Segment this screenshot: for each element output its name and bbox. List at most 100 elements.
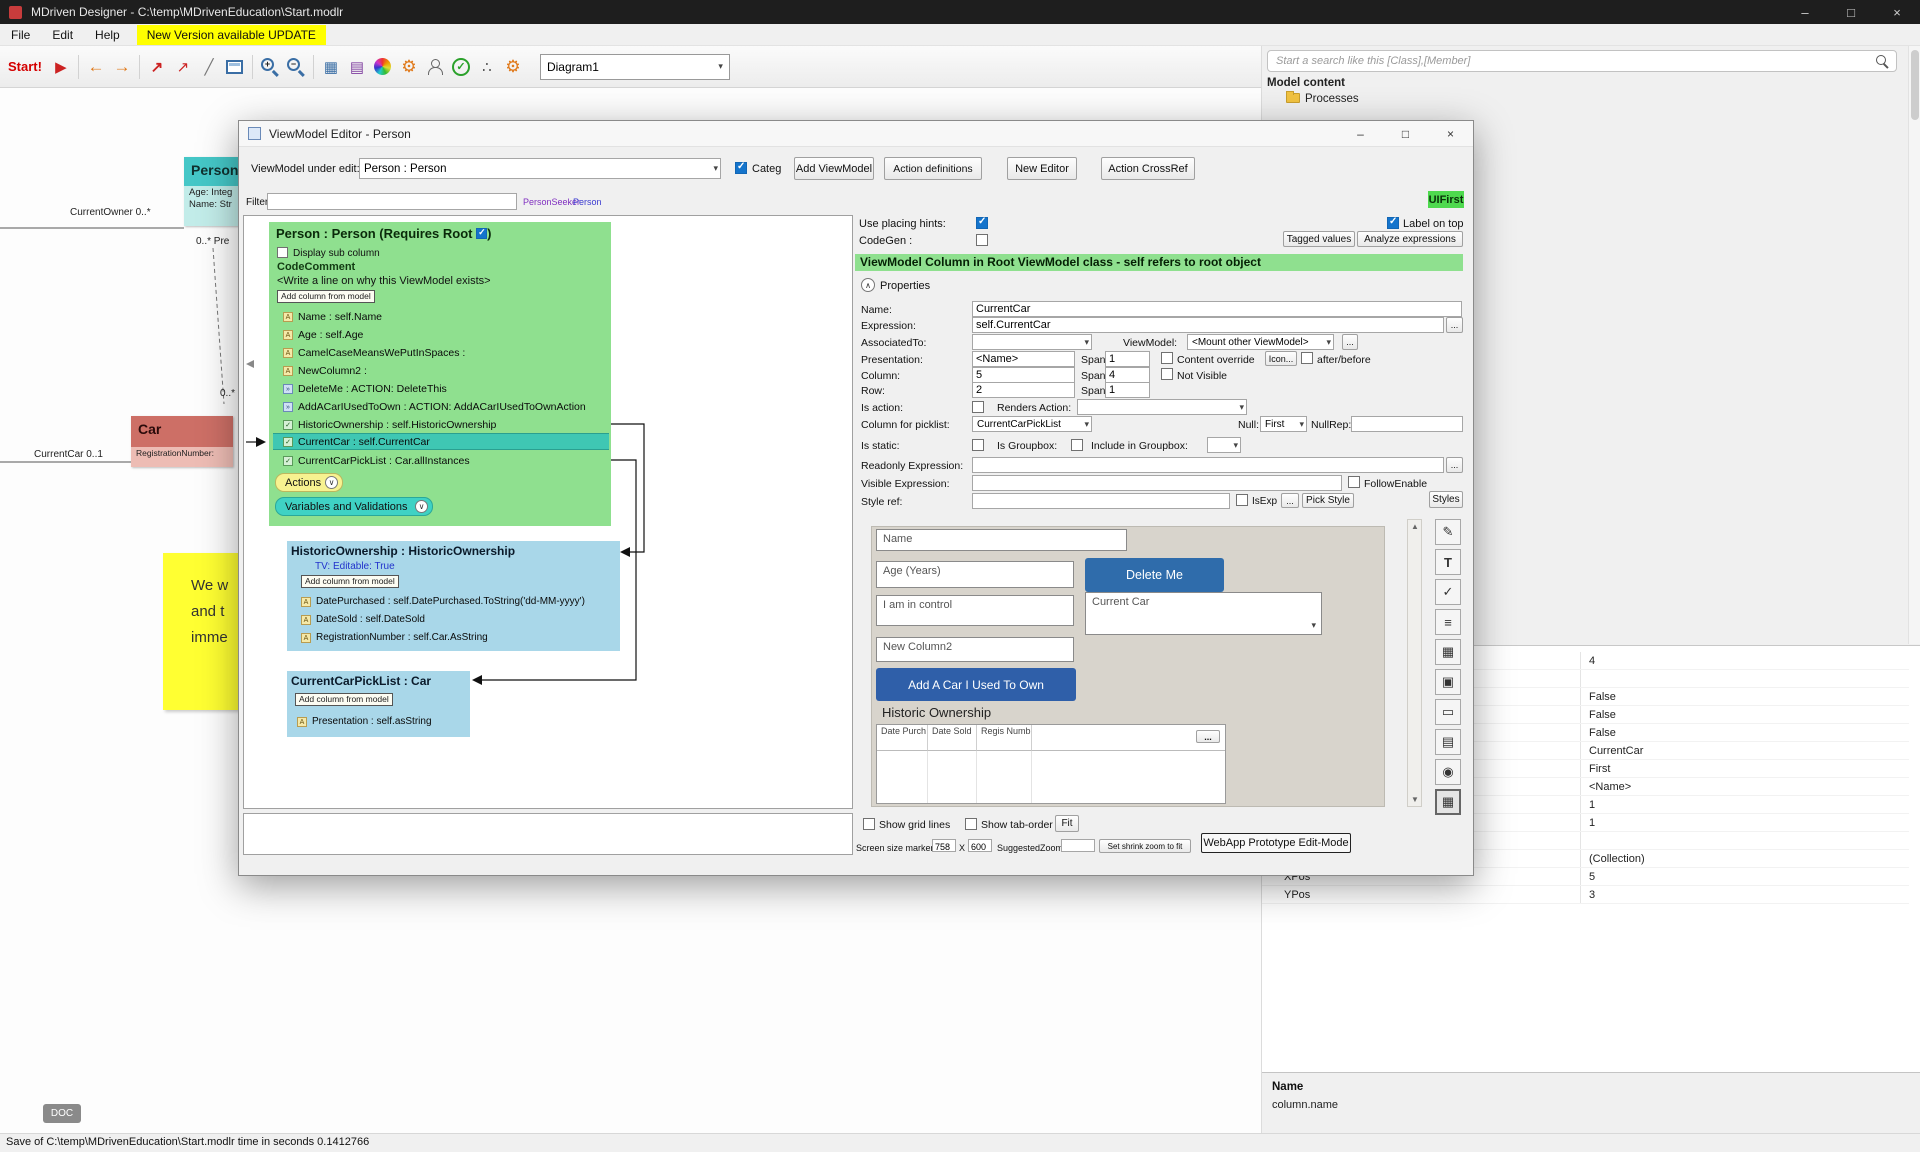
car-class-box[interactable]: Car RegistrationNumber: <box>131 416 233 467</box>
preview-historic-table[interactable]: Date Purch Date Sold Regis Numb <box>876 724 1226 804</box>
style-ref-input[interactable] <box>972 493 1230 509</box>
search-input[interactable] <box>1267 50 1897 72</box>
preview-age-field[interactable]: Age (Years) <box>876 561 1074 588</box>
is-static-checkbox[interactable] <box>972 439 984 451</box>
action-definitions-button[interactable]: Action definitions <box>884 157 982 180</box>
expression-ellipsis-button[interactable]: ... <box>1446 317 1463 333</box>
pick-style-button[interactable]: Pick Style <box>1302 493 1354 508</box>
zoom-out-icon[interactable]: − <box>283 53 309 81</box>
preview-scrollbar[interactable]: ▲ ▼ <box>1407 519 1422 807</box>
ui-preview-surface[interactable]: Name Age (Years) Delete Me I am in contr… <box>871 526 1385 807</box>
minimize-icon[interactable]: – <box>1782 0 1828 24</box>
add-column-button[interactable]: Add column from model <box>277 290 375 303</box>
column-row[interactable]: ANewColumn2 : <box>283 362 367 379</box>
variables-validations-expander[interactable]: Variables and Validations ∨ <box>275 497 433 516</box>
show-tab-order-checkbox[interactable] <box>965 818 977 830</box>
forward-arrow-icon[interactable]: → <box>109 53 135 81</box>
readonly-expression-input[interactable] <box>972 457 1444 473</box>
analyze-expressions-button[interactable]: Analyze expressions <box>1357 231 1463 247</box>
picklist-select[interactable]: CurrentCarPickList▾ <box>972 416 1092 432</box>
diagram-selector[interactable]: Diagram1 ▾ <box>540 54 730 80</box>
link-personseeker[interactable]: PersonSeeker <box>523 197 580 207</box>
filter-input[interactable] <box>267 193 517 210</box>
codegen-checkbox[interactable] <box>976 234 988 246</box>
style-ellipsis-button[interactable]: ... <box>1281 493 1299 508</box>
column-row[interactable]: ADatePurchased : self.DatePurchased.ToSt… <box>301 593 585 610</box>
datagrid-icon[interactable]: ▦ <box>1435 789 1461 815</box>
not-visible-checkbox[interactable] <box>1161 368 1173 380</box>
screen-width-input[interactable]: 758 <box>932 839 956 852</box>
menu-edit[interactable]: Edit <box>41 25 84 45</box>
historic-ownership-panel[interactable]: HistoricOwnership : HistoricOwnership TV… <box>287 541 620 651</box>
start-button[interactable]: Start! <box>8 59 42 74</box>
redirect-arrow-icon[interactable]: ↗ <box>144 53 170 81</box>
isexp-checkbox[interactable] <box>1236 494 1248 506</box>
actions-expander[interactable]: Actions ∨ <box>275 473 343 492</box>
table-icon[interactable]: ▦ <box>318 53 344 81</box>
follow-enable-checkbox[interactable] <box>1348 476 1360 488</box>
validate-check-icon[interactable]: ✓ <box>448 53 474 81</box>
content-override-checkbox[interactable] <box>1161 352 1173 364</box>
new-editor-button[interactable]: New Editor <box>1007 157 1077 180</box>
column-input[interactable]: 5 <box>972 367 1075 383</box>
form-icon[interactable]: ▤ <box>344 53 370 81</box>
settings-gear-icon[interactable]: ⚙ <box>500 53 526 81</box>
webapp-prototype-button[interactable]: WebApp Prototype Edit-Mode <box>1201 833 1351 853</box>
search-icon[interactable] <box>1876 55 1889 68</box>
nullrep-input[interactable] <box>1351 416 1463 432</box>
menu-help[interactable]: Help <box>84 25 131 45</box>
mount-viewmodel-select[interactable]: <Mount other ViewModel>▾ <box>1187 334 1334 350</box>
preview-control-field[interactable]: I am in control <box>876 595 1074 626</box>
column-row[interactable]: AAge : self.Age <box>283 326 363 343</box>
column-row[interactable]: ACamelCaseMeansWePutInSpaces : <box>283 344 465 361</box>
tree-item-processes[interactable]: Processes <box>1286 93 1359 105</box>
action-column-row[interactable]: »AddACarIUsedToOwn : ACTION: AddACarIUse… <box>283 398 586 415</box>
color-wheel-icon[interactable] <box>370 53 396 81</box>
scroll-down-icon[interactable]: ▼ <box>1411 795 1419 804</box>
gear-orange-icon[interactable]: ⚙ <box>396 53 422 81</box>
grid-row[interactable]: YPos3 <box>1262 886 1909 904</box>
association-arrow-icon[interactable]: ↗ <box>170 53 196 81</box>
action-column-row[interactable]: »DeleteMe : ACTION: DeleteThis <box>283 380 447 397</box>
column-row[interactable]: ARegistrationNumber : self.Car.AsString <box>301 629 488 646</box>
viewmodel-ellipsis-button[interactable]: ... <box>1342 334 1358 350</box>
checkbox-icon[interactable]: ✓ <box>1435 579 1461 605</box>
is-action-checkbox[interactable] <box>972 401 984 413</box>
suggested-zoom-input[interactable] <box>1061 839 1095 852</box>
column-row-selected[interactable]: ✓CurrentCar : self.CurrentCar <box>273 433 609 450</box>
preview-delete-button[interactable]: Delete Me <box>1085 558 1224 592</box>
table-icon[interactable]: ▤ <box>1435 729 1461 755</box>
tagged-value-label[interactable]: TV: Editable: True <box>315 561 395 572</box>
preview-addcar-button[interactable]: Add A Car I Used To Own <box>876 668 1076 701</box>
is-groupbox-checkbox[interactable] <box>1071 439 1083 451</box>
add-column-button[interactable]: Add column from model <box>295 693 393 706</box>
text-icon[interactable]: T <box>1435 549 1461 575</box>
actor-icon[interactable] <box>422 53 448 81</box>
dialog-titlebar[interactable]: ViewModel Editor - Person – □ × <box>239 121 1473 147</box>
row-span-input[interactable]: 1 <box>1105 382 1150 398</box>
add-column-button[interactable]: Add column from model <box>301 575 399 588</box>
dialog-close-icon[interactable]: × <box>1428 121 1473 147</box>
preview-name-field[interactable]: Name <box>876 529 1127 551</box>
model-tree-scrollbar[interactable] <box>1908 46 1920 644</box>
zoom-in-icon[interactable]: + <box>257 53 283 81</box>
menu-file[interactable]: File <box>0 25 41 45</box>
scroll-up-icon[interactable]: ▲ <box>1411 522 1419 531</box>
globe-icon[interactable]: ◉ <box>1435 759 1461 785</box>
after-before-checkbox[interactable] <box>1301 352 1313 364</box>
viewmodel-under-edit-select[interactable]: Person : Person ▾ <box>359 158 721 179</box>
name-input[interactable]: CurrentCar <box>972 301 1462 317</box>
readonly-ellipsis-button[interactable]: ... <box>1446 457 1463 473</box>
edit-icon[interactable]: ✎ <box>1435 519 1461 545</box>
root-viewmodel-panel[interactable]: Person : Person (Requires Root ) Display… <box>269 222 611 526</box>
row-input[interactable]: 2 <box>972 382 1075 398</box>
screen-height-input[interactable]: 600 <box>968 839 992 852</box>
picklist-panel[interactable]: CurrentCarPickList : Car Add column from… <box>287 671 470 737</box>
fit-button[interactable]: Fit <box>1055 815 1079 832</box>
dialog-maximize-icon[interactable]: □ <box>1383 121 1428 147</box>
button-icon[interactable]: ▭ <box>1435 699 1461 725</box>
styles-button[interactable]: Styles <box>1429 491 1463 508</box>
close-icon[interactable]: × <box>1874 0 1920 24</box>
use-placing-hints-checkbox[interactable] <box>976 217 988 229</box>
column-row[interactable]: AName : self.Name <box>283 308 382 325</box>
